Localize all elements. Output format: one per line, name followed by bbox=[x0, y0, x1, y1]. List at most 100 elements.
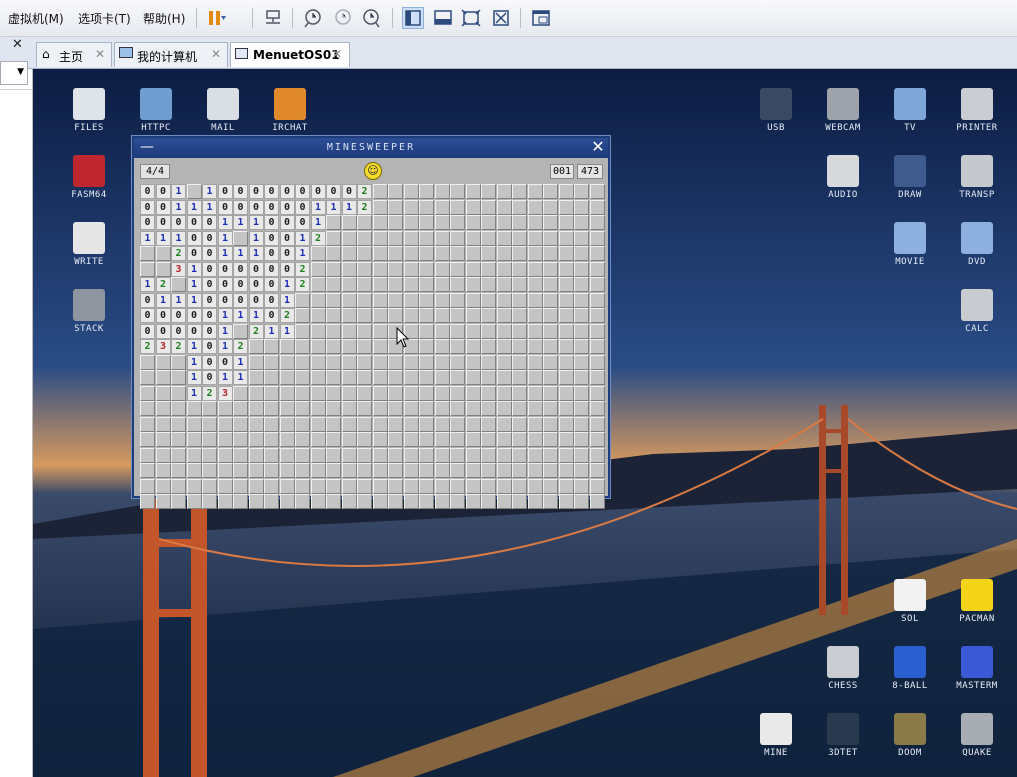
covered-cell[interactable] bbox=[357, 261, 372, 277]
covered-cell[interactable] bbox=[403, 494, 419, 509]
covered-cell[interactable] bbox=[512, 261, 527, 277]
covered-cell[interactable] bbox=[465, 447, 481, 463]
covered-cell[interactable] bbox=[589, 385, 605, 401]
minesweeper-window[interactable]: — MINESWEEPER ✕ 4/4 ☺ 001 473 0011000000… bbox=[132, 136, 610, 509]
covered-cell[interactable] bbox=[527, 277, 543, 292]
covered-cell[interactable] bbox=[341, 432, 357, 447]
covered-cell[interactable] bbox=[465, 292, 481, 308]
covered-cell[interactable] bbox=[434, 199, 450, 215]
covered-cell[interactable] bbox=[341, 354, 357, 370]
covered-cell[interactable] bbox=[388, 246, 403, 261]
covered-cell[interactable] bbox=[372, 385, 388, 401]
covered-cell[interactable] bbox=[419, 308, 434, 323]
covered-cell[interactable] bbox=[512, 184, 527, 199]
covered-cell[interactable] bbox=[558, 215, 574, 230]
covered-cell[interactable] bbox=[512, 385, 527, 401]
desktop-icon-3dtet[interactable]: 3DTET bbox=[815, 713, 871, 758]
covered-cell[interactable] bbox=[434, 385, 450, 401]
covered-cell[interactable] bbox=[326, 277, 341, 292]
covered-cell[interactable] bbox=[419, 199, 434, 215]
send-keys-button[interactable] bbox=[262, 7, 284, 29]
covered-cell[interactable] bbox=[589, 292, 605, 308]
covered-cell[interactable] bbox=[140, 354, 155, 370]
covered-cell[interactable] bbox=[419, 292, 434, 308]
menu-vm[interactable]: 虚拟机(M) bbox=[8, 10, 64, 27]
covered-cell[interactable] bbox=[264, 432, 279, 447]
covered-cell[interactable] bbox=[326, 354, 341, 370]
covered-cell[interactable] bbox=[574, 463, 589, 478]
covered-cell[interactable] bbox=[341, 339, 357, 354]
covered-cell[interactable] bbox=[279, 432, 295, 447]
covered-cell[interactable] bbox=[326, 385, 341, 401]
covered-cell[interactable] bbox=[295, 447, 310, 463]
covered-cell[interactable] bbox=[202, 401, 217, 416]
smiley-reset-button[interactable]: ☺ bbox=[364, 162, 382, 180]
covered-cell[interactable] bbox=[589, 401, 605, 416]
covered-cell[interactable] bbox=[202, 463, 217, 478]
covered-cell[interactable] bbox=[465, 261, 481, 277]
covered-cell[interactable] bbox=[202, 478, 217, 494]
covered-cell[interactable] bbox=[543, 401, 558, 416]
covered-cell[interactable] bbox=[450, 385, 465, 401]
tab-my-computer[interactable]: 我的计算机 ✕ bbox=[114, 42, 228, 67]
covered-cell[interactable] bbox=[512, 370, 527, 385]
covered-cell[interactable] bbox=[140, 246, 155, 261]
covered-cell[interactable] bbox=[434, 323, 450, 339]
covered-cell[interactable] bbox=[310, 308, 326, 323]
desktop-icon-tv[interactable]: TV bbox=[882, 88, 938, 133]
covered-cell[interactable] bbox=[450, 478, 465, 494]
covered-cell[interactable] bbox=[589, 447, 605, 463]
covered-cell[interactable] bbox=[279, 401, 295, 416]
minesweeper-titlebar[interactable]: — MINESWEEPER ✕ bbox=[134, 138, 608, 158]
covered-cell[interactable] bbox=[512, 401, 527, 416]
covered-cell[interactable] bbox=[326, 370, 341, 385]
covered-cell[interactable] bbox=[295, 432, 310, 447]
covered-cell[interactable] bbox=[465, 323, 481, 339]
covered-cell[interactable] bbox=[574, 447, 589, 463]
covered-cell[interactable] bbox=[450, 494, 465, 509]
covered-cell[interactable] bbox=[434, 339, 450, 354]
covered-cell[interactable] bbox=[372, 246, 388, 261]
desktop-icon-mine[interactable]: MINE bbox=[748, 713, 804, 758]
covered-cell[interactable] bbox=[527, 385, 543, 401]
covered-cell[interactable] bbox=[481, 246, 496, 261]
covered-cell[interactable] bbox=[372, 308, 388, 323]
covered-cell[interactable] bbox=[558, 230, 574, 246]
covered-cell[interactable] bbox=[357, 432, 372, 447]
covered-cell[interactable] bbox=[372, 478, 388, 494]
covered-cell[interactable] bbox=[419, 354, 434, 370]
covered-cell[interactable] bbox=[295, 354, 310, 370]
covered-cell[interactable] bbox=[279, 385, 295, 401]
covered-cell[interactable] bbox=[574, 199, 589, 215]
covered-cell[interactable] bbox=[295, 292, 310, 308]
desktop-icon-sol[interactable]: SOL bbox=[882, 579, 938, 624]
covered-cell[interactable] bbox=[279, 494, 295, 509]
covered-cell[interactable] bbox=[295, 308, 310, 323]
covered-cell[interactable] bbox=[171, 416, 186, 432]
covered-cell[interactable] bbox=[357, 215, 372, 230]
covered-cell[interactable] bbox=[527, 463, 543, 478]
covered-cell[interactable] bbox=[372, 416, 388, 432]
covered-cell[interactable] bbox=[512, 447, 527, 463]
covered-cell[interactable] bbox=[248, 416, 264, 432]
covered-cell[interactable] bbox=[434, 494, 450, 509]
covered-cell[interactable] bbox=[527, 447, 543, 463]
covered-cell[interactable] bbox=[543, 308, 558, 323]
covered-cell[interactable] bbox=[310, 447, 326, 463]
covered-cell[interactable] bbox=[326, 494, 341, 509]
covered-cell[interactable] bbox=[574, 354, 589, 370]
desktop-icon-audio[interactable]: AUDIO bbox=[815, 155, 871, 200]
covered-cell[interactable] bbox=[341, 463, 357, 478]
covered-cell[interactable] bbox=[465, 199, 481, 215]
covered-cell[interactable] bbox=[140, 432, 155, 447]
covered-cell[interactable] bbox=[341, 385, 357, 401]
covered-cell[interactable] bbox=[264, 463, 279, 478]
covered-cell[interactable] bbox=[341, 215, 357, 230]
covered-cell[interactable] bbox=[589, 184, 605, 199]
covered-cell[interactable] bbox=[372, 199, 388, 215]
covered-cell[interactable] bbox=[543, 416, 558, 432]
covered-cell[interactable] bbox=[326, 401, 341, 416]
covered-cell[interactable] bbox=[527, 478, 543, 494]
desktop-icon-calc[interactable]: CALC bbox=[949, 289, 1005, 334]
covered-cell[interactable] bbox=[372, 323, 388, 339]
